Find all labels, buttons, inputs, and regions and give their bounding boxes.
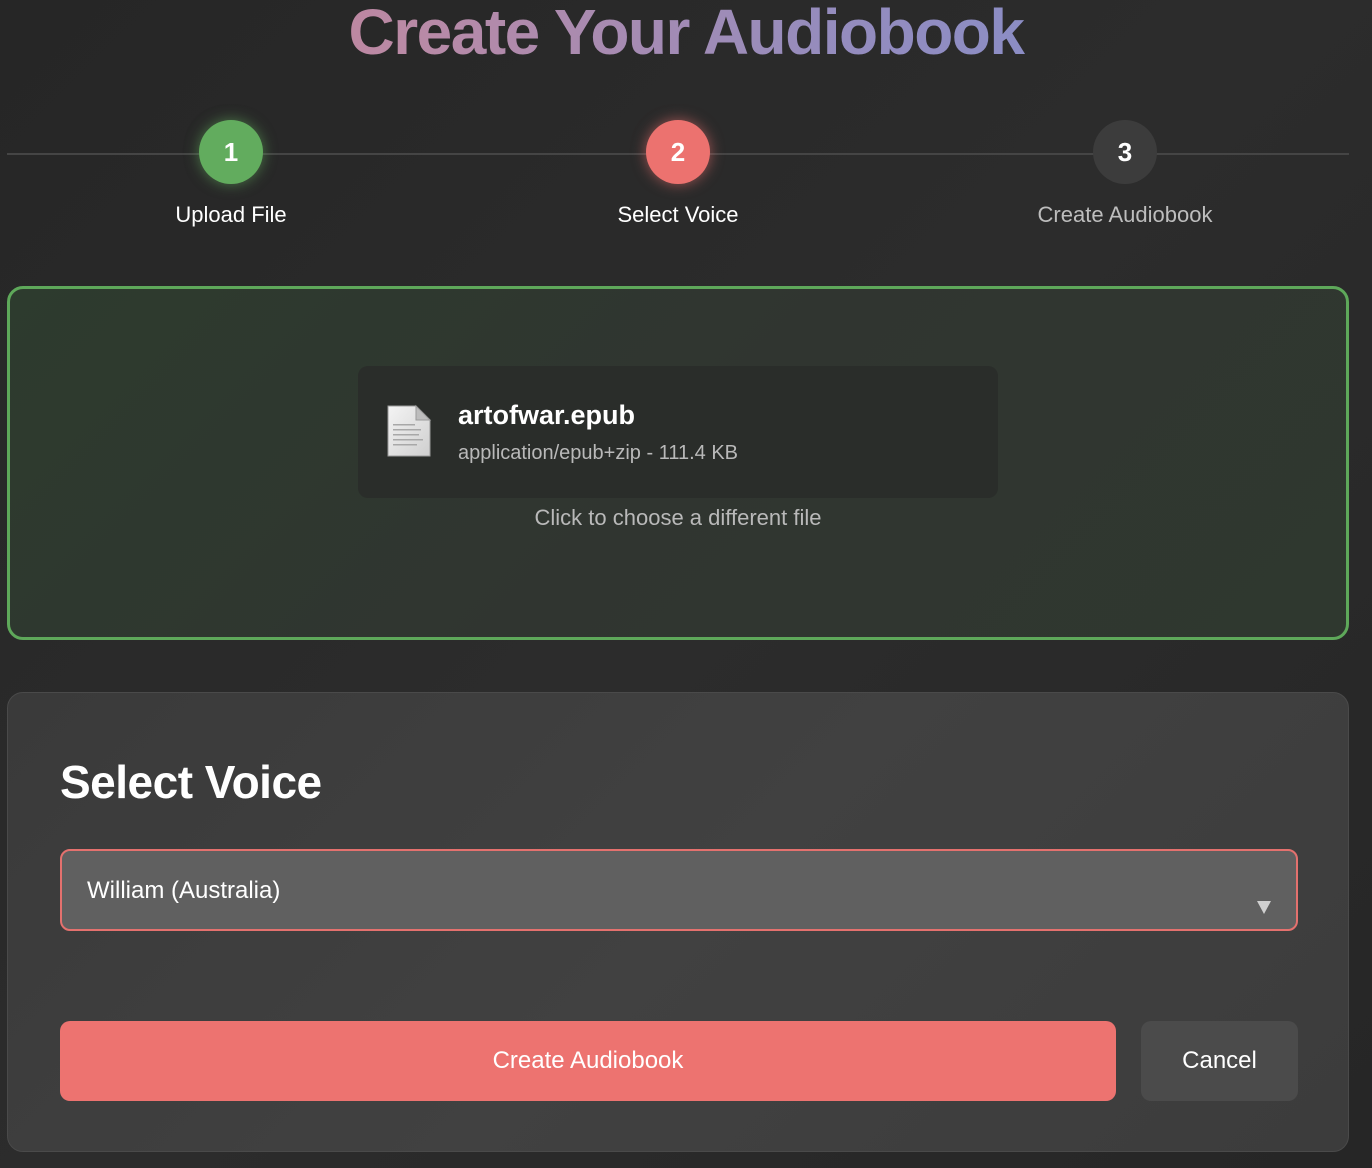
step-create-audiobook[interactable]: 3 Create Audiobook [975, 120, 1275, 228]
page-title: Create Your Audiobook [0, 0, 1372, 72]
file-meta: application/epub+zip - 111.4 KB [458, 442, 739, 464]
file-dropzone[interactable]: artofwar.epub application/epub+zip - 111… [7, 286, 1349, 640]
selected-file-card: artofwar.epub application/epub+zip - 111… [358, 366, 998, 498]
step-select-voice[interactable]: 2 Select Voice [528, 120, 828, 228]
file-name: artofwar.epub [458, 400, 636, 430]
document-icon [387, 404, 432, 457]
step-label: Create Audiobook [1037, 202, 1213, 227]
progress-stepper: 1 Upload File 2 Select Voice 3 Create Au… [7, 120, 1349, 240]
step-number-badge: 2 [646, 120, 710, 184]
step-number-badge: 1 [199, 120, 263, 184]
step-label: Upload File [175, 202, 287, 227]
create-audiobook-button[interactable]: Create Audiobook [60, 1021, 1116, 1101]
step-label: Select Voice [617, 202, 739, 227]
dropdown-arrow-icon [1257, 901, 1271, 914]
voice-section-title: Select Voice [60, 756, 322, 808]
voice-panel: Select Voice William (Australia) Create … [7, 692, 1349, 1152]
page: Create Your Audiobook 1 Upload File 2 Se… [0, 0, 1372, 1168]
voice-selected-value: William (Australia) [87, 877, 281, 904]
cancel-button[interactable]: Cancel [1141, 1021, 1298, 1101]
step-upload-file[interactable]: 1 Upload File [81, 120, 381, 228]
voice-select[interactable]: William (Australia) [60, 849, 1298, 931]
step-number-badge: 3 [1093, 120, 1157, 184]
choose-different-file-hint[interactable]: Click to choose a different file [10, 505, 1346, 531]
